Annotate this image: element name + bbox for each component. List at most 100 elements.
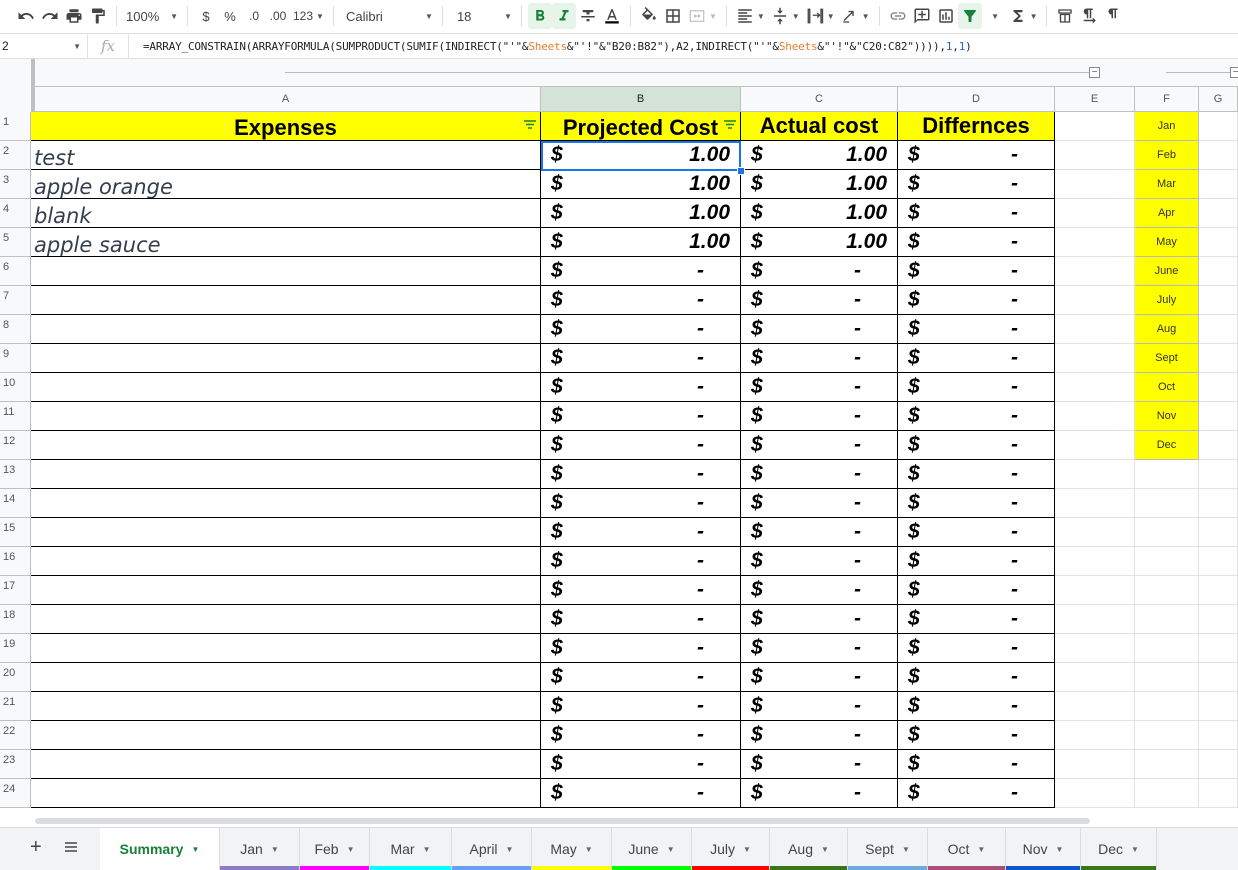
empty-cell[interactable] — [1135, 663, 1199, 692]
month-cell[interactable]: May — [1135, 228, 1199, 257]
empty-cell[interactable] — [1055, 431, 1135, 460]
projected-cell[interactable]: $1.00 — [541, 141, 741, 170]
projected-cell[interactable]: $ - — [541, 779, 741, 808]
row-header[interactable]: 8 — [0, 315, 31, 344]
projected-cell[interactable]: $ - — [541, 315, 741, 344]
row-header[interactable]: 14 — [0, 489, 31, 518]
sheet-tab-oct[interactable]: Oct ▼ — [928, 828, 1006, 870]
more-formats-button[interactable]: 123 ▼ — [290, 3, 327, 29]
expense-cell[interactable] — [31, 373, 541, 402]
empty-cell[interactable] — [1199, 170, 1238, 199]
empty-cell[interactable] — [1055, 518, 1135, 547]
sheet-tab-nov[interactable]: Nov ▼ — [1006, 828, 1081, 870]
expense-cell[interactable] — [31, 547, 541, 576]
horizontal-align-button[interactable]: ▼ — [733, 3, 768, 29]
row-header[interactable]: 15 — [0, 518, 31, 547]
row-header[interactable]: 11 — [0, 402, 31, 431]
chevron-down-icon[interactable]: ▼ — [902, 845, 910, 854]
empty-cell[interactable] — [1199, 402, 1238, 431]
expense-cell[interactable]: blank — [31, 199, 541, 228]
empty-cell[interactable] — [1135, 547, 1199, 576]
empty-cell[interactable] — [1055, 257, 1135, 286]
expense-cell[interactable] — [31, 460, 541, 489]
sheet-tab-feb[interactable]: Feb ▼ — [300, 828, 370, 870]
month-cell[interactable]: Mar — [1135, 170, 1199, 199]
empty-cell[interactable] — [1199, 721, 1238, 750]
filter-views-button[interactable]: ▼ — [982, 3, 1006, 29]
row-header[interactable]: 16 — [0, 547, 31, 576]
projected-cell[interactable]: $ - — [541, 750, 741, 779]
zoom-select[interactable]: 100% ▼ — [123, 3, 181, 29]
insert-chart-button[interactable] — [934, 3, 958, 29]
actual-cell[interactable]: $ - — [741, 286, 898, 315]
empty-cell[interactable] — [1199, 315, 1238, 344]
expense-cell[interactable] — [31, 663, 541, 692]
sheet-tab-mar[interactable]: Mar ▼ — [370, 828, 452, 870]
spreadsheet-grid[interactable]: Expenses Projected Cost Actual cost Differn… — [31, 112, 1238, 815]
empty-cell[interactable] — [1199, 373, 1238, 402]
font-family-select[interactable]: Calibri ▼ — [340, 3, 436, 29]
empty-cell[interactable] — [1055, 605, 1135, 634]
projected-cell[interactable]: $ - — [541, 518, 741, 547]
empty-cell[interactable] — [1199, 547, 1238, 576]
expense-cell[interactable] — [31, 576, 541, 605]
input-tools-button[interactable] — [1053, 3, 1077, 29]
collapse-group-button[interactable]: − — [1230, 67, 1238, 78]
percent-format-button[interactable]: % — [218, 3, 242, 29]
projected-cell[interactable]: $ - — [541, 257, 741, 286]
row-header[interactable]: 7 — [0, 286, 31, 315]
projected-cell[interactable]: $1.00 — [541, 199, 741, 228]
column-header-b[interactable]: B — [541, 87, 741, 112]
empty-cell[interactable] — [1135, 518, 1199, 547]
font-size-select[interactable]: 18 ▼ — [449, 3, 515, 29]
projected-cell[interactable]: $ - — [541, 576, 741, 605]
month-cell[interactable]: July — [1135, 286, 1199, 315]
projected-cell[interactable]: $ - — [541, 692, 741, 721]
empty-cell[interactable] — [1199, 344, 1238, 373]
collapse-group-button[interactable]: − — [1089, 67, 1100, 78]
chevron-down-icon[interactable]: ▼ — [271, 845, 279, 854]
sheet-tab-jan[interactable]: Jan ▼ — [220, 828, 300, 870]
column-header-a[interactable]: A — [31, 87, 541, 112]
select-all-corner[interactable] — [0, 59, 35, 112]
column-header-c[interactable]: C — [741, 87, 898, 112]
empty-cell[interactable] — [1135, 750, 1199, 779]
empty-cell[interactable] — [1135, 605, 1199, 634]
actual-cell[interactable]: $ - — [741, 634, 898, 663]
expense-cell[interactable]: apple sauce — [31, 228, 541, 257]
month-cell[interactable]: Nov — [1135, 402, 1199, 431]
diff-cell[interactable]: $ - — [898, 692, 1055, 721]
chevron-down-icon[interactable]: ▼ — [191, 845, 199, 854]
column-header-f[interactable]: F — [1135, 87, 1199, 112]
empty-cell[interactable] — [1199, 228, 1238, 257]
header-cell-difference[interactable]: Differnces — [898, 112, 1055, 141]
row-header[interactable]: 12 — [0, 431, 31, 460]
chevron-down-icon[interactable]: ▼ — [743, 845, 751, 854]
diff-cell[interactable]: $ - — [898, 199, 1055, 228]
empty-cell[interactable] — [1055, 112, 1135, 141]
diff-cell[interactable]: $ - — [898, 547, 1055, 576]
diff-cell[interactable]: $ - — [898, 634, 1055, 663]
expense-cell[interactable] — [31, 489, 541, 518]
empty-cell[interactable] — [1135, 634, 1199, 663]
sheet-tab-sept[interactable]: Sept ▼ — [848, 828, 928, 870]
empty-cell[interactable] — [1055, 228, 1135, 257]
merge-cells-button[interactable]: ▼ — [685, 3, 720, 29]
italic-button[interactable] — [551, 3, 576, 29]
projected-cell[interactable]: $ - — [541, 605, 741, 634]
empty-cell[interactable] — [1199, 576, 1238, 605]
expense-cell[interactable]: apple orange — [31, 170, 541, 199]
add-sheet-button[interactable]: + — [30, 837, 42, 857]
empty-cell[interactable] — [1199, 750, 1238, 779]
chevron-down-icon[interactable]: ▼ — [1055, 845, 1063, 854]
diff-cell[interactable]: $ - — [898, 257, 1055, 286]
projected-cell[interactable]: $ - — [541, 721, 741, 750]
ltr-text-button[interactable] — [1077, 3, 1101, 29]
expense-cell[interactable] — [31, 286, 541, 315]
actual-cell[interactable]: $ - — [741, 779, 898, 808]
projected-cell[interactable]: $ - — [541, 489, 741, 518]
scrollbar-thumb[interactable] — [35, 818, 1090, 824]
chevron-down-icon[interactable]: ▼ — [347, 845, 355, 854]
diff-cell[interactable]: $ - — [898, 402, 1055, 431]
empty-cell[interactable] — [1199, 663, 1238, 692]
